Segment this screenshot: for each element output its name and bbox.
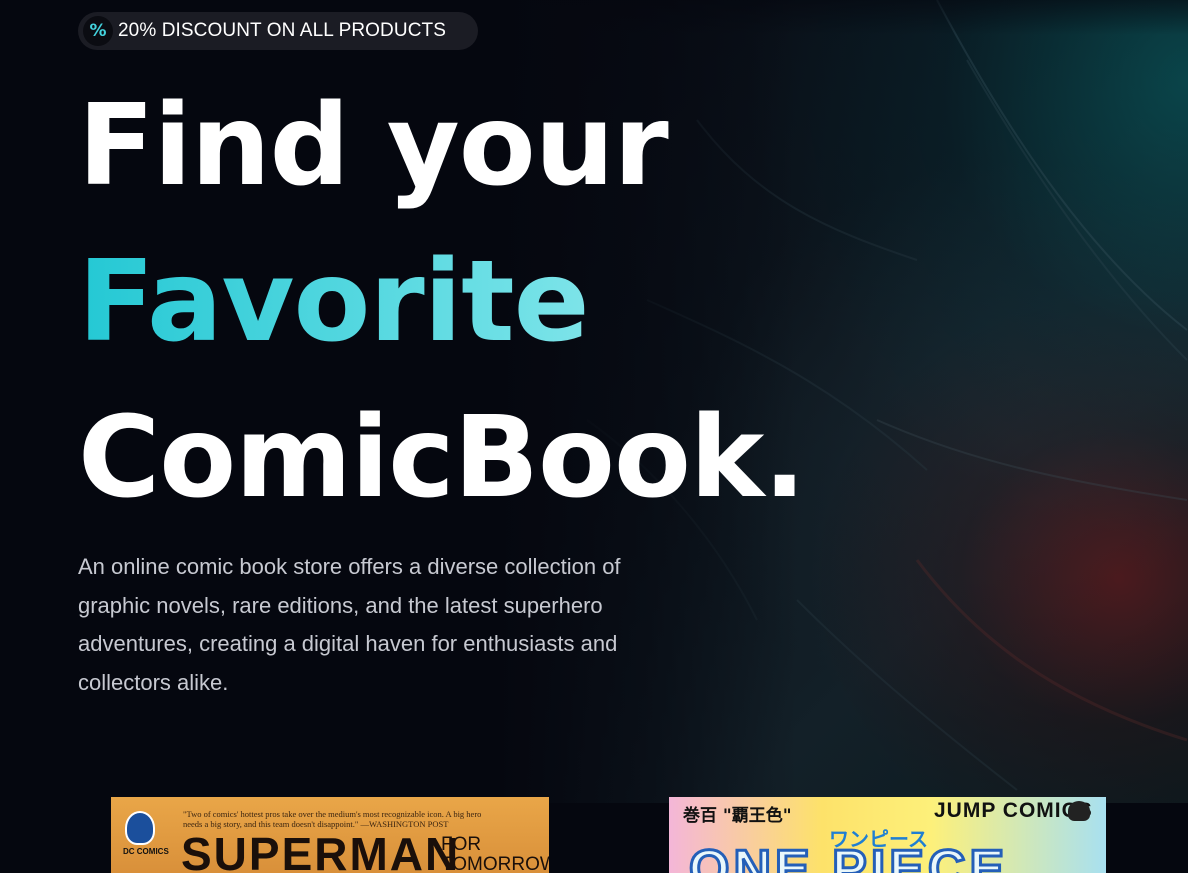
cover-title: ONE PIECE (687, 839, 1009, 873)
volume-label: 巻百 "覇王色" (683, 801, 792, 826)
volume-tagline: "覇王色" (722, 806, 792, 826)
comic-cover-onepiece[interactable]: 巻百 "覇王色" JUMP COMICS ワンピース ONE PIECE (669, 797, 1106, 873)
promo-text: 20% DISCOUNT ON ALL PRODUCTS (118, 20, 446, 41)
headline-line-1: Find your (78, 81, 669, 211)
percent-icon: % (83, 16, 113, 46)
cover-subtitle: FOR TOMORROW (441, 834, 549, 873)
promo-badge[interactable]: % 20% DISCOUNT ON ALL PRODUCTS (78, 12, 478, 50)
comic-cover-superman[interactable]: DC COMICS "Two of comics' hottest pros t… (111, 797, 549, 873)
dc-comics-logo (125, 811, 155, 845)
headline-line-2-accent: Favorite (78, 224, 805, 380)
hero-headline: Find your Favorite ComicBook. (78, 68, 806, 536)
headline-line-3: ComicBook. (78, 393, 806, 523)
volume-number: 巻百 (683, 806, 717, 826)
hero-top-fade (497, 0, 1188, 35)
cover-quote: "Two of comics' hottest pros take over t… (183, 809, 482, 829)
jolly-roger-icon (1068, 801, 1090, 821)
publisher-label: DC COMICS (123, 847, 169, 856)
hero-description: An online comic book store offers a dive… (78, 554, 621, 695)
cover-title: SUPERMAN (181, 828, 461, 873)
